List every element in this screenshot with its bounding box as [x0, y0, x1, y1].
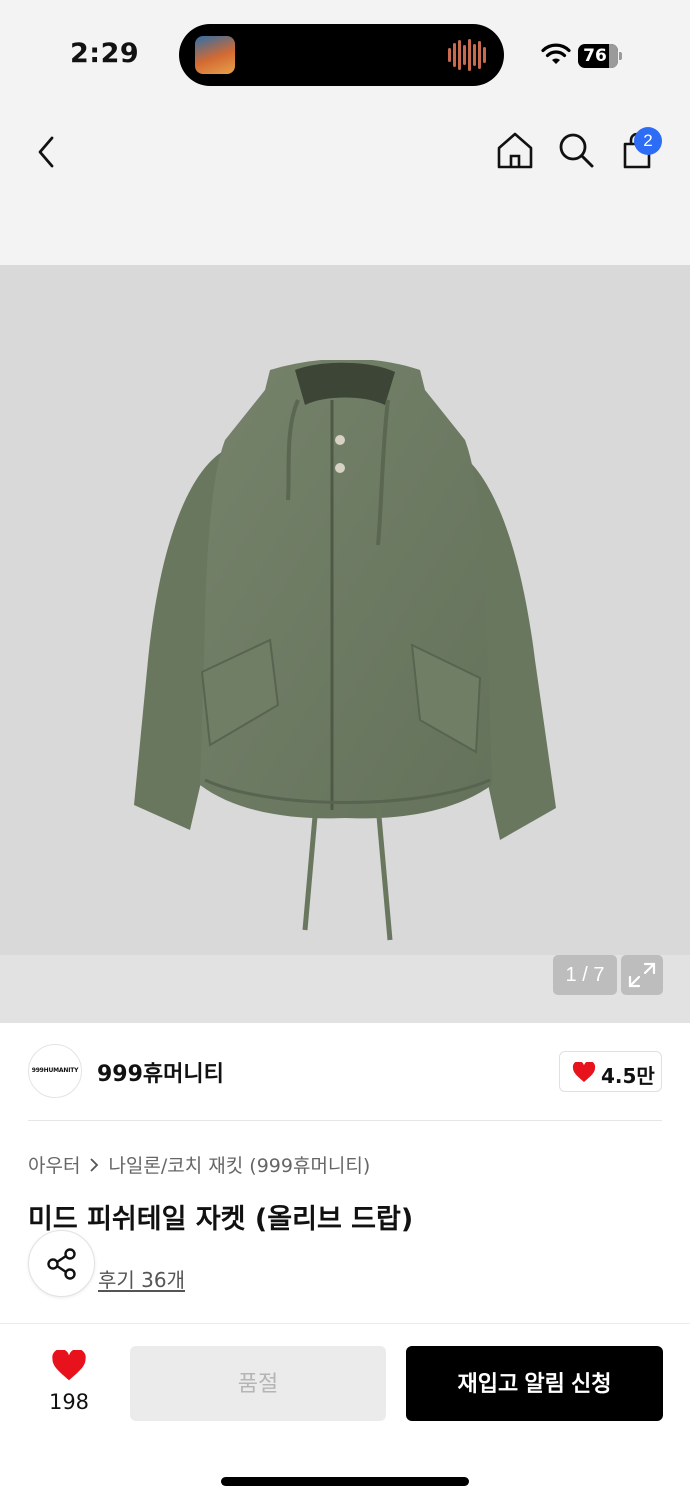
now-playing-art-icon — [195, 36, 235, 74]
breadcrumb-category[interactable]: 아우터 — [28, 1151, 80, 1178]
brand-like-count: 4.5만 — [601, 1064, 655, 1088]
brand-logo[interactable]: 999HUMANITY — [28, 1044, 82, 1098]
status-bar: 2:29 76 — [0, 0, 690, 110]
sold-out-button[interactable]: 품절 — [130, 1346, 386, 1421]
product-image-gallery[interactable] — [0, 265, 690, 1023]
divider — [0, 1323, 690, 1324]
home-indicator[interactable] — [221, 1477, 469, 1486]
battery-icon: 76 — [578, 44, 622, 68]
product-image-jacket — [134, 360, 556, 941]
expand-icon[interactable] — [621, 955, 663, 995]
restock-alert-button[interactable]: 재입고 알림 신청 — [406, 1346, 663, 1421]
home-icon[interactable] — [494, 130, 536, 172]
audio-waveform-icon — [448, 38, 486, 72]
wifi-icon — [541, 43, 571, 64]
wishlist-count: 198 — [48, 1390, 90, 1414]
divider — [28, 1120, 662, 1121]
share-icon — [47, 1248, 76, 1280]
navigation-bar — [0, 110, 690, 265]
back-arrow-icon[interactable] — [30, 132, 66, 172]
battery-level: 76 — [583, 46, 607, 66]
cart-count-badge: 2 — [634, 127, 662, 155]
share-button[interactable] — [28, 1230, 95, 1297]
breadcrumb-subcategory[interactable]: 나일론/코치 재킷 (999휴머니티) — [108, 1151, 370, 1178]
reviews-link[interactable]: 후기 36개 — [98, 1264, 185, 1293]
chevron-right-icon — [90, 1157, 99, 1172]
status-time: 2:29 — [70, 38, 140, 69]
brand-like-button[interactable]: 4.5만 — [559, 1051, 662, 1092]
brand-name[interactable]: 999휴머니티 — [97, 1056, 224, 1088]
heart-icon — [572, 1062, 596, 1082]
image-page-indicator: 1 / 7 — [553, 955, 617, 995]
breadcrumb: 아우터 나일론/코치 재킷 (999휴머니티) — [28, 1151, 370, 1178]
search-icon[interactable] — [556, 130, 596, 172]
heart-icon — [52, 1350, 86, 1381]
wishlist-button[interactable]: 198 — [38, 1348, 100, 1418]
dynamic-island[interactable] — [179, 24, 504, 86]
product-title: 미드 피쉬테일 자켓 (올리브 드랍) — [28, 1204, 414, 1235]
